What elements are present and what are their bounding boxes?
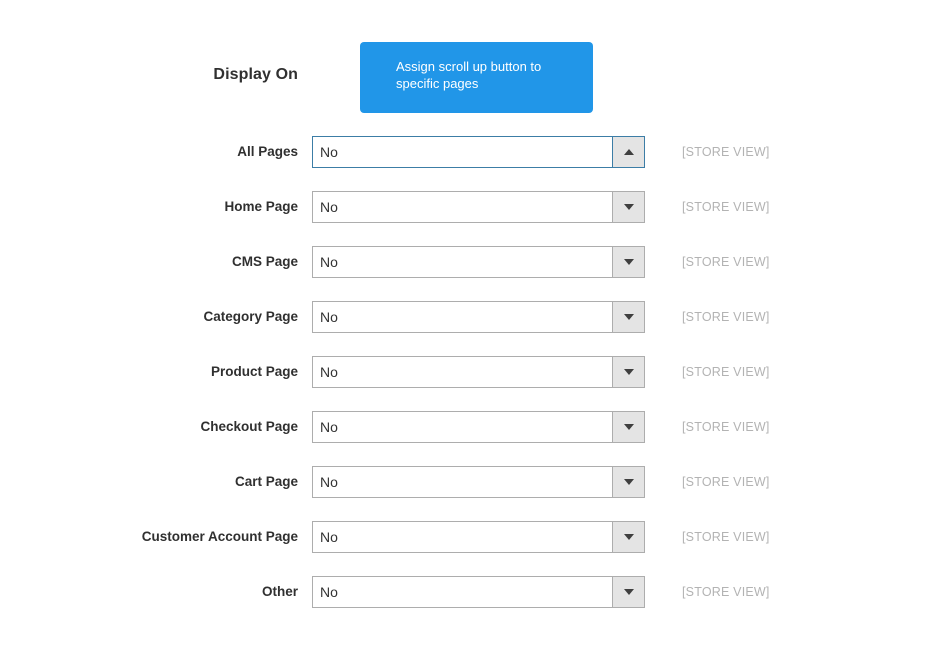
form-row-other: Other No [STORE VIEW] <box>0 576 940 631</box>
form-row-home-page: Home Page No [STORE VIEW] <box>0 191 940 246</box>
select-all-pages[interactable]: No <box>312 136 645 168</box>
form-row-label: Home Page <box>224 199 298 214</box>
scope-label: [STORE VIEW] <box>682 255 770 269</box>
scope-label: [STORE VIEW] <box>682 585 770 599</box>
select-arrow-button[interactable] <box>612 357 644 387</box>
scope-label: [STORE VIEW] <box>682 475 770 489</box>
caret-down-icon <box>623 424 634 430</box>
select-arrow-button[interactable] <box>612 467 644 497</box>
scope-label: [STORE VIEW] <box>682 145 770 159</box>
display-on-select-value: No <box>313 247 612 277</box>
form-row-label: Other <box>261 584 298 599</box>
annotation-callout-text: Assign scroll up button to specific page… <box>396 59 542 91</box>
display-on-select-value: No <box>313 137 612 167</box>
annotation-callout: Assign scroll up button to specific page… <box>360 42 593 113</box>
page-title: Display On <box>213 66 298 83</box>
form-row-label: Checkout Page <box>200 419 298 434</box>
caret-down-icon <box>623 369 634 375</box>
form-row-cms-page: CMS Page No [STORE VIEW] <box>0 246 940 301</box>
scope-label: [STORE VIEW] <box>682 420 770 434</box>
form-row-label: All Pages <box>237 144 298 159</box>
caret-down-icon <box>623 534 634 540</box>
caret-up-icon <box>623 149 634 155</box>
caret-down-icon <box>623 204 634 210</box>
display-on-select-value: No <box>313 467 612 497</box>
form-row-all-pages: All Pages No [STORE VIEW] <box>0 136 940 191</box>
form-row-cart-page: Cart Page No [STORE VIEW] <box>0 466 940 521</box>
form-row-customer-account-page: Customer Account Page No [STORE VIEW] <box>0 521 940 576</box>
scope-label: [STORE VIEW] <box>682 200 770 214</box>
select-product-page[interactable]: No <box>312 356 645 388</box>
display-on-select-value: No <box>313 577 612 607</box>
select-arrow-button[interactable] <box>612 247 644 277</box>
display-on-select-value: No <box>313 412 612 442</box>
select-cms-page[interactable]: No <box>312 246 645 278</box>
form-row-category-page: Category Page No [STORE VIEW] <box>0 301 940 356</box>
caret-down-icon <box>623 314 634 320</box>
select-category-page[interactable]: No <box>312 301 645 333</box>
display-on-select-value: No <box>313 357 612 387</box>
scope-label: [STORE VIEW] <box>682 365 770 379</box>
form-row-label: Category Page <box>203 309 298 324</box>
select-cart-page[interactable]: No <box>312 466 645 498</box>
select-home-page[interactable]: No <box>312 191 645 223</box>
caret-down-icon <box>623 259 634 265</box>
caret-down-icon <box>623 479 634 485</box>
select-other[interactable]: No <box>312 576 645 608</box>
form-row-product-page: Product Page No [STORE VIEW] <box>0 356 940 411</box>
display-on-select-value: No <box>313 522 612 552</box>
display-on-settings-page: Display On Assign scroll up button to sp… <box>0 0 940 664</box>
select-arrow-button[interactable] <box>612 302 644 332</box>
scope-label: [STORE VIEW] <box>682 310 770 324</box>
display-on-select-value: No <box>313 192 612 222</box>
select-arrow-button[interactable] <box>612 522 644 552</box>
form-row-checkout-page: Checkout Page No [STORE VIEW] <box>0 411 940 466</box>
select-checkout-page[interactable]: No <box>312 411 645 443</box>
select-arrow-button[interactable] <box>612 412 644 442</box>
select-arrow-button[interactable] <box>612 192 644 222</box>
form-row-label: Product Page <box>210 364 298 379</box>
form-row-label: Customer Account Page <box>141 529 298 544</box>
caret-down-icon <box>623 589 634 595</box>
display-on-form: All Pages No [STORE VIEW] Home Page No [… <box>0 136 940 631</box>
select-customer-account-page[interactable]: No <box>312 521 645 553</box>
form-row-label: Cart Page <box>234 474 298 489</box>
select-arrow-button[interactable] <box>612 137 644 167</box>
scope-label: [STORE VIEW] <box>682 530 770 544</box>
form-row-label: CMS Page <box>231 254 298 269</box>
select-arrow-button[interactable] <box>612 577 644 607</box>
display-on-select-value: No <box>313 302 612 332</box>
